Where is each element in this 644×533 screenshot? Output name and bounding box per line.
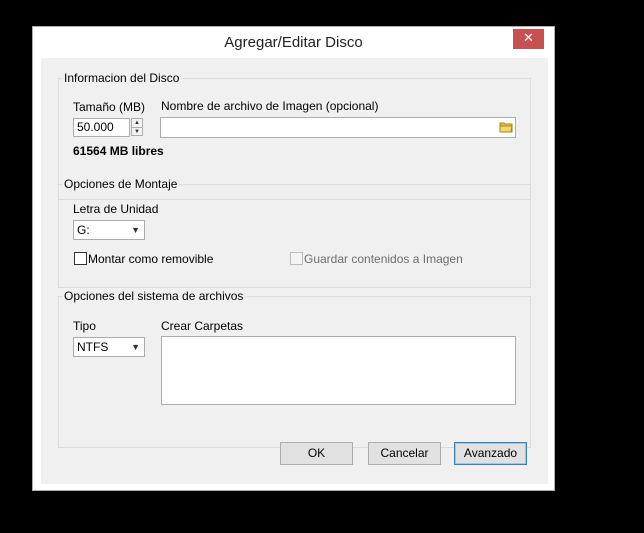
save-to-image-label: Guardar contenidos a Imagen — [304, 252, 463, 266]
size-label: Tamaño (MB) — [73, 100, 146, 114]
close-icon: ✕ — [523, 31, 534, 46]
size-input[interactable]: 50.000 — [73, 118, 130, 137]
cancel-button[interactable]: Cancelar — [368, 442, 441, 465]
folder-icon[interactable] — [499, 121, 513, 133]
advanced-button[interactable]: Avanzado — [454, 442, 527, 465]
spin-up-icon[interactable]: ▲ — [132, 119, 142, 128]
chevron-down-icon: ▼ — [131, 225, 140, 235]
fs-type-select[interactable]: NTFS ▼ — [73, 337, 145, 357]
drive-letter-value: G: — [77, 223, 90, 237]
fs-options-legend: Opciones del sistema de archivos — [64, 289, 244, 303]
removable-label[interactable]: Montar como removible — [88, 252, 213, 266]
fs-type-label: Tipo — [73, 319, 96, 333]
dialog-body: Informacion del Disco Tamaño (MB) 50.000… — [41, 58, 548, 484]
disk-info-legend: Informacion del Disco — [64, 71, 180, 85]
free-space-text: 61564 MB libres — [73, 144, 164, 158]
drive-letter-label: Letra de Unidad — [73, 202, 159, 216]
image-file-input[interactable] — [160, 117, 516, 138]
create-folders-textarea[interactable] — [161, 336, 516, 405]
image-file-label: Nombre de archivo de Imagen (opcional) — [161, 99, 379, 113]
dialog-window: Agregar/Editar Disco ✕ Informacion del D… — [32, 26, 555, 491]
fs-type-value: NTFS — [77, 340, 109, 354]
ok-button[interactable]: OK — [280, 442, 353, 465]
spin-down-icon[interactable]: ▼ — [132, 128, 142, 136]
mount-options-legend: Opciones de Montaje — [64, 177, 178, 191]
size-spinner[interactable]: ▲ ▼ — [131, 118, 143, 136]
create-folders-label: Crear Carpetas — [161, 319, 244, 333]
drive-letter-select[interactable]: G: ▼ — [73, 220, 145, 240]
close-button[interactable]: ✕ — [513, 29, 544, 49]
chevron-down-icon: ▼ — [131, 342, 140, 352]
dialog-title: Agregar/Editar Disco — [224, 34, 363, 51]
removable-checkbox[interactable] — [74, 252, 87, 265]
save-to-image-checkbox[interactable] — [290, 252, 303, 265]
